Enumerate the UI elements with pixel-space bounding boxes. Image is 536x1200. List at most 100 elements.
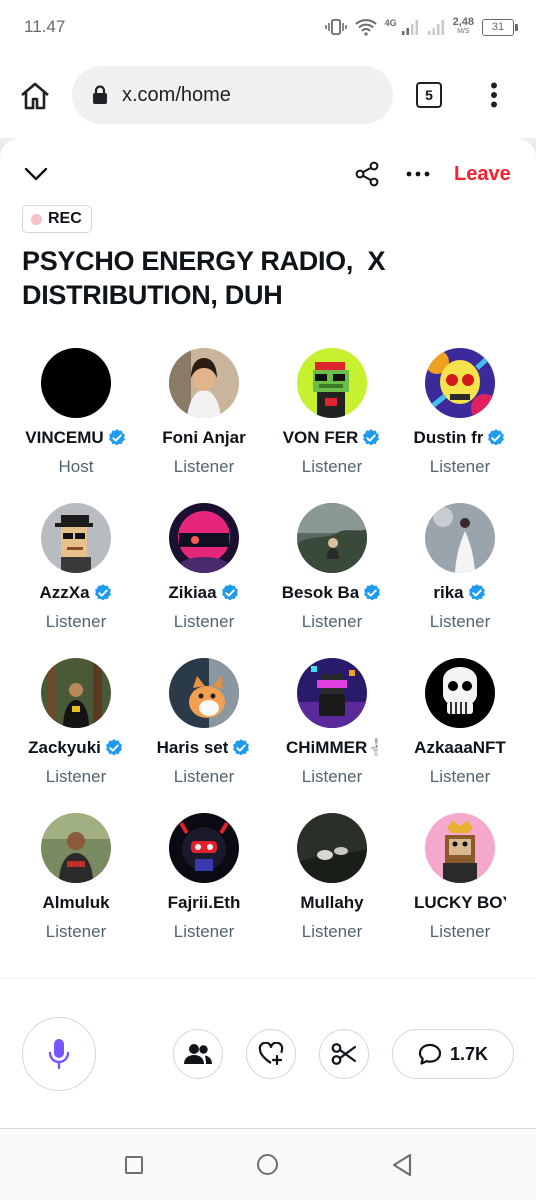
participant-name-row: CHiMMER🐇 (268, 737, 396, 759)
avatar[interactable] (297, 503, 367, 573)
participant-name: Mullahy (300, 893, 364, 912)
avatar[interactable] (169, 348, 239, 418)
participant-card[interactable]: Zackyuki Listener (12, 654, 140, 809)
speed-unit: M/S (457, 28, 470, 35)
participant-name: AzkaaaNFT (414, 738, 506, 757)
participant-card[interactable]: rika Listener (396, 499, 524, 654)
avatar[interactable] (169, 813, 239, 883)
participant-name-row: Zackyuki (12, 737, 140, 759)
verified-badge-icon (231, 738, 251, 758)
avatar[interactable] (41, 658, 111, 728)
leave-button[interactable]: Leave (454, 163, 511, 186)
participant-name-row: Foni Anjar (140, 427, 268, 449)
participant-card[interactable]: Fajrii.Eth Listener (140, 809, 268, 964)
participant-card[interactable]: Besok Ba Listener (268, 499, 396, 654)
participant-name-row: VON FER (268, 427, 396, 449)
verified-badge-icon (467, 583, 487, 603)
network-type: 4G (384, 18, 397, 28)
participant-name: VON FER (282, 428, 359, 447)
avatar[interactable] (41, 503, 111, 573)
wifi-icon (354, 19, 377, 36)
participant-name: Haris set (156, 738, 229, 757)
lock-icon (93, 85, 107, 104)
avatar[interactable] (425, 658, 495, 728)
home-icon (21, 82, 49, 110)
avatar[interactable] (425, 503, 495, 573)
participant-card[interactable]: Zikiaa Listener (140, 499, 268, 654)
participant-name-row: Dustin fr (396, 427, 524, 449)
participant-name: VINCEMU (25, 428, 104, 447)
tab-switcher-button[interactable]: 5 (416, 82, 442, 108)
battery-level: 31 (491, 21, 505, 33)
participant-name: Dustin fr (413, 428, 484, 447)
heart-plus-icon (258, 1042, 284, 1066)
verified-badge-icon (220, 583, 240, 603)
avatar[interactable] (297, 658, 367, 728)
participant-grid: VINCEMU Host Foni Anjar Listener VON FER List… (12, 344, 524, 964)
participant-card[interactable]: VINCEMU Host (12, 344, 140, 499)
battery-icon: 31 (482, 18, 518, 36)
system-nav-bar (0, 1128, 536, 1200)
comment-icon (418, 1043, 442, 1065)
system-home-button[interactable] (257, 1154, 278, 1175)
participant-name-row: Fajrii.Eth (140, 892, 268, 914)
home-button[interactable] (18, 79, 52, 113)
back-button[interactable] (390, 1153, 414, 1177)
avatar[interactable] (41, 813, 111, 883)
participant-role: Listener (45, 922, 107, 941)
avatar[interactable] (169, 503, 239, 573)
participant-card[interactable]: Foni Anjar Listener (140, 344, 268, 499)
space-title: PSYCHO ENERGY RADIO, X DISTRIBUTION, DUH (22, 246, 393, 310)
collapse-button[interactable] (22, 162, 50, 186)
participant-name: AzzXa (39, 583, 90, 602)
vibrate-icon (324, 19, 347, 35)
participant-name-row: LUCKY BOY (396, 892, 524, 914)
address-bar[interactable]: x.com/home (72, 66, 393, 124)
participant-role: Listener (173, 457, 235, 476)
avatar[interactable] (169, 658, 239, 728)
participant-card[interactable]: AzkaaaNFT Listener (396, 654, 524, 809)
microphone-icon (48, 1039, 70, 1070)
participant-role: Listener (173, 612, 235, 631)
comment-count: 1.7K (449, 1043, 489, 1064)
participant-role: Listener (429, 767, 491, 786)
participant-name-row: AzzXa (12, 582, 140, 604)
microphone-button[interactable] (22, 1017, 96, 1091)
avatar[interactable] (297, 813, 367, 883)
verified-badge-icon (361, 428, 381, 448)
scissors-icon (331, 1043, 357, 1065)
participant-role: Listener (301, 612, 363, 631)
network-speed: 2,48 M/S (453, 17, 474, 36)
people-button[interactable] (173, 1029, 223, 1079)
more-horizontal-icon (406, 171, 430, 177)
clip-button[interactable] (319, 1029, 369, 1079)
verified-badge-icon (486, 428, 506, 448)
comments-button[interactable]: 1.7K (392, 1029, 514, 1079)
participant-role: Host (58, 457, 94, 476)
status-icons: 4G 2,48 M/S 31 (324, 14, 518, 40)
more-options-button[interactable] (404, 162, 432, 186)
recent-apps-button[interactable] (125, 1156, 143, 1174)
avatar[interactable] (425, 813, 495, 883)
participant-card[interactable]: AzzXa Listener (12, 499, 140, 654)
participant-name: Almuluk (42, 893, 110, 912)
react-button[interactable] (246, 1029, 296, 1079)
browser-menu-button[interactable] (480, 80, 508, 110)
avatar[interactable] (41, 348, 111, 418)
participant-role: Listener (173, 922, 235, 941)
participant-card[interactable]: LUCKY BOY Listener (396, 809, 524, 964)
participant-card[interactable]: Haris set Listener (140, 654, 268, 809)
share-button[interactable] (353, 160, 381, 188)
rec-badge: REC (22, 205, 92, 233)
participant-name: Zackyuki (28, 738, 101, 757)
avatar[interactable] (297, 348, 367, 418)
rec-dot-icon (31, 213, 42, 225)
participant-name-row: VINCEMU (12, 427, 140, 449)
status-bar: 11.47 4G 2,48 M/S 31 (0, 0, 536, 52)
avatar[interactable] (425, 348, 495, 418)
participant-card[interactable]: Dustin fr Listener (396, 344, 524, 499)
participant-card[interactable]: CHiMMER🐇 Listener (268, 654, 396, 809)
participant-card[interactable]: VON FER Listener (268, 344, 396, 499)
participant-card[interactable]: Mullahy Listener (268, 809, 396, 964)
participant-card[interactable]: Almuluk Listener (12, 809, 140, 964)
